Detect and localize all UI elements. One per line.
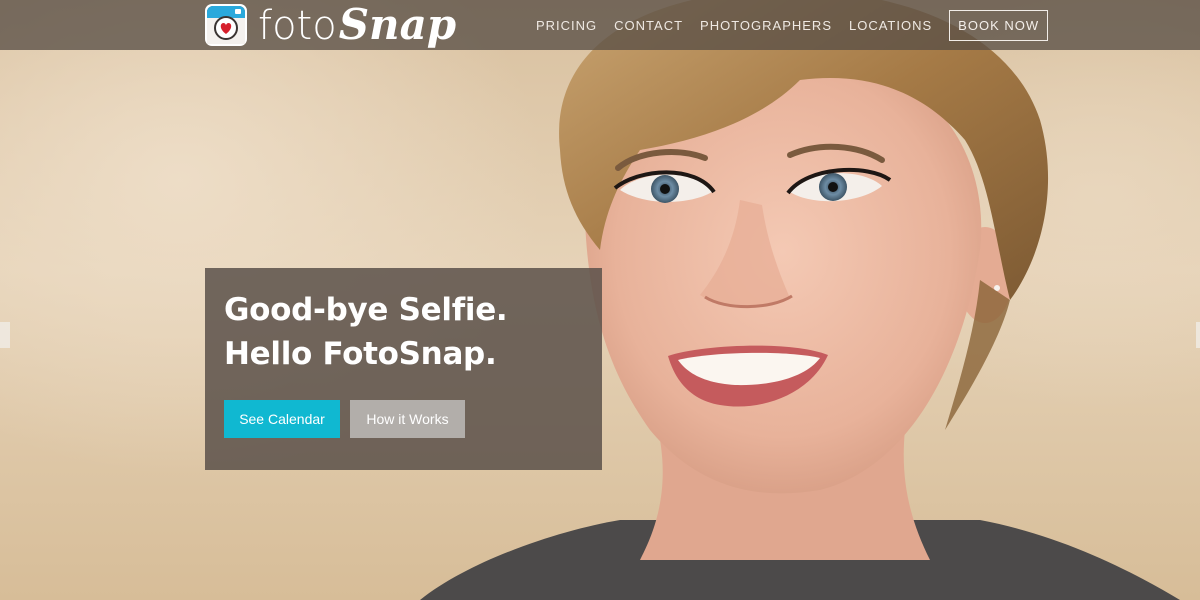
book-now-button[interactable]: BOOK NOW (949, 9, 1049, 41)
camera-heart-icon (205, 4, 247, 46)
carousel-prev-tab[interactable] (0, 322, 10, 348)
how-it-works-button[interactable]: How it Works (350, 400, 465, 438)
carousel-next-tab[interactable] (1196, 322, 1200, 348)
hero-headline: Good-bye Selfie. Hello FotoSnap. (224, 292, 508, 372)
top-navbar: foto Snap PRICING CONTACT PHOTOGRAPHERS … (0, 0, 1200, 50)
main-nav: PRICING CONTACT PHOTOGRAPHERS LOCATIONS … (536, 0, 1049, 50)
brand-name-foto: foto (258, 2, 337, 49)
nav-item-contact[interactable]: CONTACT (614, 18, 683, 33)
nav-item-pricing[interactable]: PRICING (536, 18, 597, 33)
brand-name-snap: Snap (338, 0, 457, 49)
hero-callout-panel: Good-bye Selfie. Hello FotoSnap. See Cal… (205, 268, 602, 470)
see-calendar-button[interactable]: See Calendar (224, 400, 340, 438)
nav-item-photographers[interactable]: PHOTOGRAPHERS (700, 18, 832, 33)
site-logo[interactable]: foto Snap (204, 0, 457, 49)
brand-wordmark: foto Snap (258, 0, 457, 49)
nav-item-locations[interactable]: LOCATIONS (849, 18, 932, 33)
